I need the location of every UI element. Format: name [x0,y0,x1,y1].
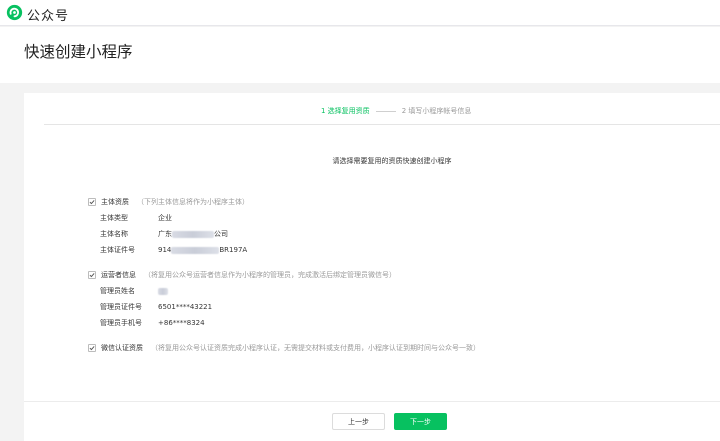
row-value: 企业 [158,214,172,222]
page-header: 快速创建小程序 [0,27,720,83]
row-label: 管理员姓名 [100,287,135,295]
check-icon [89,273,95,278]
value-prefix: 广东 [158,230,172,238]
entity-name-row: 主体名称 广东 公司 [100,229,228,239]
row-label: 管理员手机号 [100,319,142,327]
entity-section-title: 主体资质 [101,198,129,206]
row-value: 914 BR197A [158,245,247,255]
entity-section-header: 主体资质 （下列主体信息将作为小程序主体） [88,197,249,207]
redacted-mask [158,287,168,295]
admin-id-row: 管理员证件号 6501****43221 [100,302,212,312]
operator-checkbox[interactable] [88,271,96,279]
entity-checkbox[interactable] [88,198,96,206]
row-label: 主体名称 [100,230,128,238]
admin-name-row: 管理员姓名 [100,286,168,296]
row-value [158,286,168,296]
verify-section-title: 微信认证资质 [101,344,143,352]
top-bar: 公众号 [0,0,720,26]
entity-section-note: （下列主体信息将作为小程序主体） [137,198,249,206]
admin-phone-row: 管理员手机号 +86****8324 [100,318,205,328]
entity-id-row: 主体证件号 914 BR197A [100,245,247,255]
next-step-button[interactable]: 下一步 [394,413,447,430]
row-value: +86****8324 [158,319,205,327]
page-title: 快速创建小程序 [24,43,133,61]
step-connector [375,110,396,112]
value-suffix: 公司 [214,230,228,238]
value-suffix: BR197A [219,246,248,254]
official-account-logo-icon [6,4,23,21]
operator-section-note: （将复用公众号运营者信息作为小程序的管理员，完成激活后绑定管理员微信号） [144,271,396,279]
row-label: 主体类型 [100,214,128,222]
check-icon [89,200,95,205]
step-1: 1 选择复用资质 [321,107,370,115]
operator-section-header: 运营者信息 （将复用公众号运营者信息作为小程序的管理员，完成激活后绑定管理员微信… [88,270,396,280]
step-2: 2 填写小程序帐号信息 [401,107,472,115]
verify-checkbox[interactable] [88,344,96,352]
footer-divider [24,401,720,402]
row-label: 管理员证件号 [100,303,142,311]
steps-divider [44,124,720,125]
step-indicator: 1 选择复用资质 2 填写小程序帐号信息 [321,106,471,116]
brand-name: 公众号 [27,9,70,24]
prev-step-button[interactable]: 上一步 [332,413,385,430]
main-panel: 1 选择复用资质 2 填写小程序帐号信息 请选择需要复用的资质快速创建小程序 主… [24,93,720,441]
entity-type-row: 主体类型 企业 [100,213,172,223]
verify-section-note: （将复用公众号认证资质完成小程序认证，无需提交材料或支付费用，小程序认证到期时间… [151,344,480,352]
value-prefix: 914 [158,246,172,254]
row-label: 主体证件号 [100,246,135,254]
prompt-text: 请选择需要复用的资质快速创建小程序 [332,157,452,165]
redacted-mask [171,246,220,254]
verify-section-header: 微信认证资质 （将复用公众号认证资质完成小程序认证，无需提交材料或支付费用，小程… [88,343,480,353]
row-value: 广东 公司 [158,229,228,239]
check-icon [89,346,95,351]
operator-section-title: 运营者信息 [101,271,136,279]
redacted-mask [172,230,214,238]
row-value: 6501****43221 [158,303,213,311]
